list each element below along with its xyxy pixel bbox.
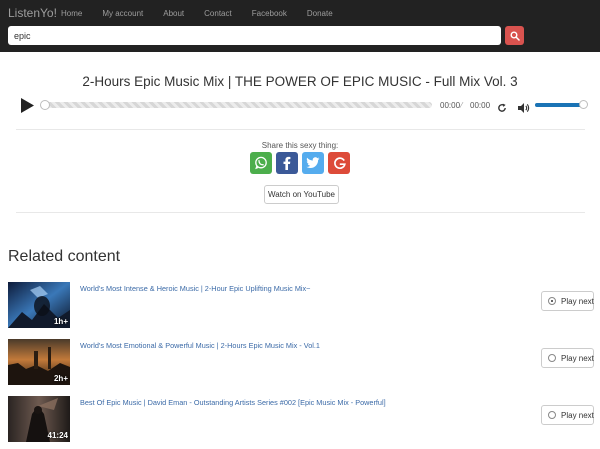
watch-on-youtube-button[interactable]: Watch on YouTube: [264, 185, 339, 204]
time-separator: ⁄: [461, 101, 463, 110]
video-thumbnail[interactable]: 1h+: [8, 282, 70, 328]
brand-logo[interactable]: ListenYo!: [8, 6, 57, 20]
share-buttons: [250, 152, 350, 174]
video-thumbnail[interactable]: 41:24: [8, 396, 70, 442]
volume-handle[interactable]: [579, 100, 588, 109]
related-item-title[interactable]: World's Most Intense & Heroic Music | 2-…: [80, 284, 310, 293]
nav-donate[interactable]: Donate: [307, 9, 333, 18]
related-heading: Related content: [8, 248, 121, 265]
nav-contact[interactable]: Contact: [204, 9, 232, 18]
share-google-button[interactable]: [328, 152, 350, 174]
search-icon: [510, 31, 520, 41]
volume-button[interactable]: [518, 100, 530, 113]
volume-fill: [535, 103, 583, 107]
play-next-radio[interactable]: [548, 354, 556, 362]
play-icon: [20, 98, 34, 113]
share-twitter-button[interactable]: [302, 152, 324, 174]
track-title: 2-Hours Epic Music Mix | THE POWER OF EP…: [82, 74, 518, 89]
whatsapp-icon: [255, 156, 267, 170]
progress-bar[interactable]: [40, 100, 432, 110]
search-button[interactable]: [505, 26, 524, 45]
play-next-button[interactable]: Play next: [541, 405, 594, 425]
share-facebook-button[interactable]: [276, 152, 298, 174]
nav-home[interactable]: Home: [61, 9, 82, 18]
divider-bottom: [16, 212, 585, 213]
share-whatsapp-button[interactable]: [250, 152, 272, 174]
twitter-icon: [306, 157, 320, 168]
progress-handle[interactable]: [40, 100, 50, 110]
play-next-button[interactable]: Play next: [541, 348, 594, 368]
main-nav: Home My account About Contact Facebook D…: [61, 9, 353, 18]
play-next-label: Play next: [561, 353, 594, 363]
google-icon: [333, 156, 346, 169]
duration-time: 00:00: [470, 101, 491, 110]
play-next-label: Play next: [561, 296, 594, 306]
play-next-radio[interactable]: [548, 297, 556, 305]
navbar: ListenYo! Home My account About Contact …: [0, 0, 600, 52]
divider-top: [16, 129, 585, 130]
current-time: 00:00: [440, 101, 461, 110]
search-input[interactable]: [8, 26, 501, 46]
nav-my-account[interactable]: My account: [102, 9, 143, 18]
video-duration: 41:24: [47, 431, 68, 440]
related-item-title[interactable]: Best Of Epic Music | David Eman - Outsta…: [80, 398, 386, 407]
repeat-button[interactable]: [497, 100, 507, 112]
repeat-icon: [498, 103, 506, 112]
play-next-radio[interactable]: [548, 411, 556, 419]
nav-facebook[interactable]: Facebook: [252, 9, 287, 18]
video-duration: 1h+: [53, 317, 68, 326]
video-duration: 2h+: [53, 374, 68, 383]
related-item: 41:24 Best Of Epic Music | David Eman - …: [8, 396, 594, 442]
facebook-icon: [283, 156, 291, 170]
share-label: Share this sexy thing:: [261, 141, 339, 150]
related-item: 2h+ World's Most Emotional & Powerful Mu…: [8, 339, 594, 385]
search-box: [8, 26, 501, 46]
play-next-button[interactable]: Play next: [541, 291, 594, 311]
play-button[interactable]: [19, 97, 35, 114]
volume-slider[interactable]: [535, 100, 588, 109]
related-item: 1h+ World's Most Intense & Heroic Music …: [8, 282, 594, 328]
volume-icon: [518, 103, 530, 113]
related-item-title[interactable]: World's Most Emotional & Powerful Music …: [80, 341, 320, 350]
nav-about[interactable]: About: [163, 9, 184, 18]
video-thumbnail[interactable]: 2h+: [8, 339, 70, 385]
play-next-label: Play next: [561, 410, 594, 420]
